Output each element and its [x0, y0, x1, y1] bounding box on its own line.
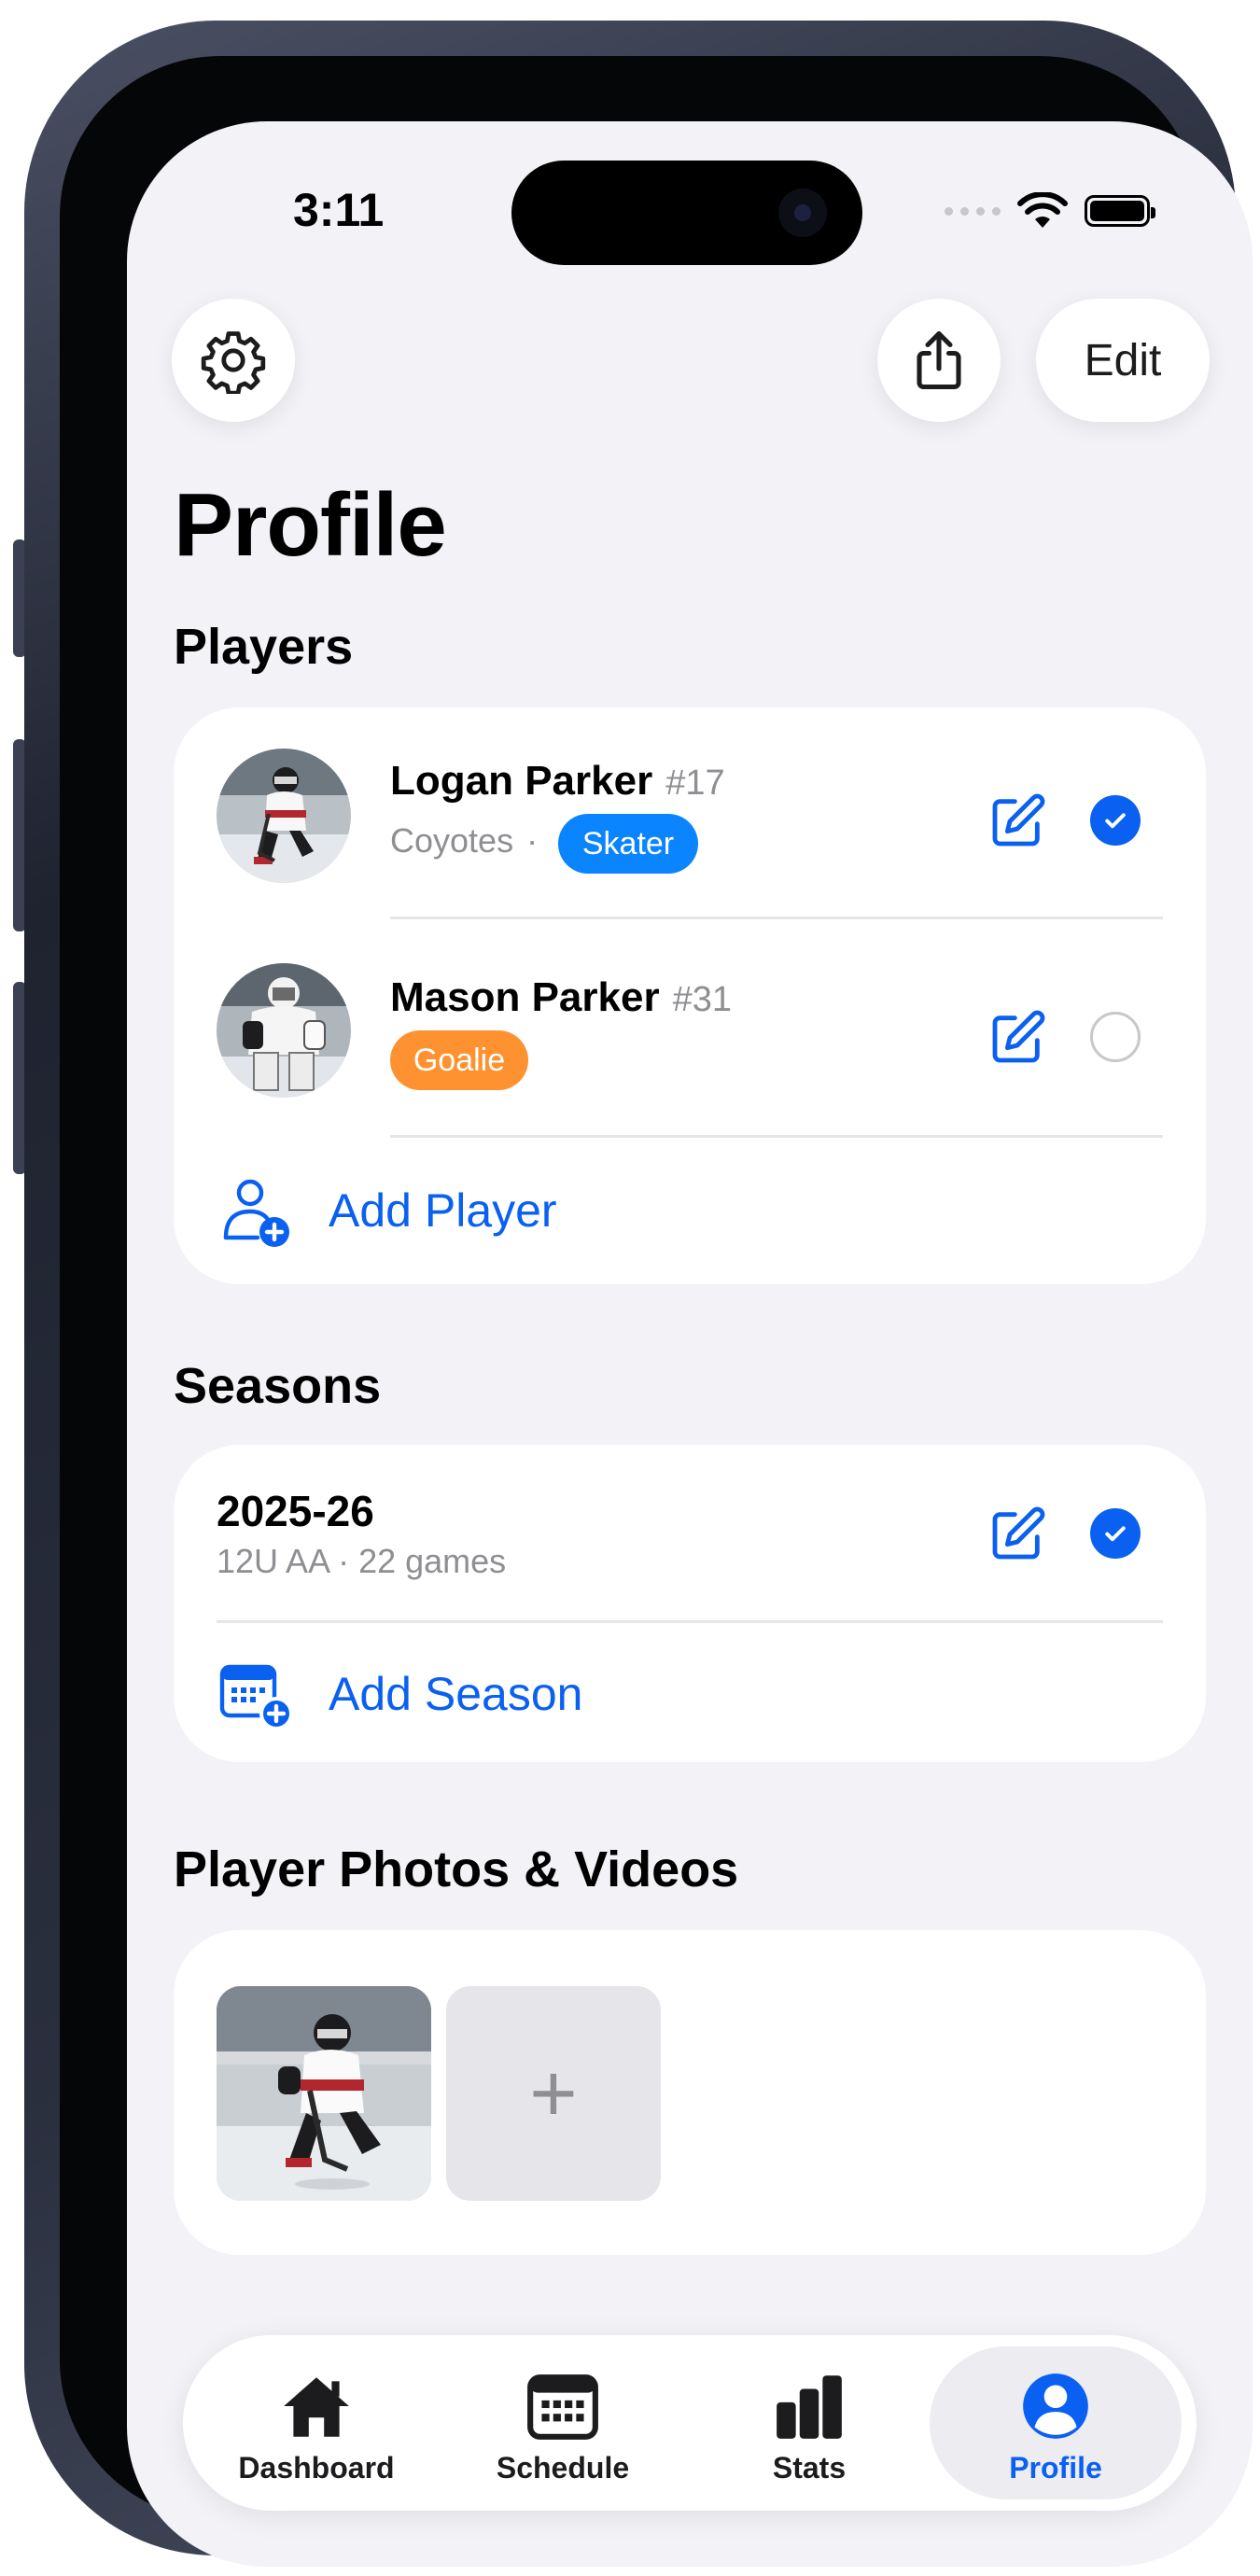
checkmark-icon	[1105, 1526, 1126, 1542]
player-avatar-mason	[217, 963, 351, 1098]
plus-icon: +	[529, 2047, 578, 2139]
season-selected-checkmark[interactable]	[1090, 1508, 1141, 1559]
settings-button[interactable]	[172, 299, 295, 422]
role-badge-skater: Skater	[558, 814, 698, 874]
edit-button[interactable]: Edit	[1036, 299, 1210, 422]
season-name[interactable]: 2025-26	[217, 1486, 374, 1536]
tab-label: Schedule	[496, 2451, 630, 2485]
meta-separator: ·	[526, 821, 539, 860]
player-avatar-logan	[217, 749, 351, 883]
season-details: 12U AA · 22 games	[217, 1542, 507, 1580]
add-season-button[interactable]: Add Season	[329, 1667, 582, 1721]
tab-dashboard[interactable]: Dashboard	[190, 2346, 442, 2499]
seasons-section-label: Seasons	[174, 1358, 382, 1414]
edit-player-icon[interactable]	[987, 791, 1047, 851]
share-icon	[917, 330, 961, 390]
add-photo-button[interactable]: +	[446, 1986, 661, 2201]
seasons-card: 2025-26 12U AA · 22 games Add Season	[174, 1445, 1206, 1762]
status-icons	[945, 190, 1155, 231]
tab-label: Profile	[1009, 2451, 1102, 2485]
player-name-text: Logan Parker	[390, 758, 653, 804]
add-player-button[interactable]: Add Player	[329, 1183, 557, 1238]
add-calendar-icon[interactable]	[218, 1659, 293, 1730]
share-button[interactable]	[877, 299, 1001, 422]
gear-icon	[201, 331, 266, 394]
edit-player-icon[interactable]	[987, 1008, 1047, 1068]
status-time: 3:11	[293, 184, 385, 236]
media-card: +	[174, 1930, 1206, 2255]
bar-chart-icon	[777, 2375, 842, 2439]
player-number: #17	[665, 763, 725, 803]
tab-stats[interactable]: Stats	[683, 2346, 935, 2499]
tab-label: Stats	[772, 2451, 847, 2485]
tab-schedule[interactable]: Schedule	[437, 2346, 689, 2499]
player-team: Coyotes ·	[390, 821, 551, 861]
dynamic-island	[511, 161, 862, 265]
players-card: Logan Parker #17 Coyotes · Skater Mason …	[174, 707, 1206, 1284]
player-name-mason[interactable]: Mason Parker #31	[390, 974, 732, 1021]
phone-frame: 3:11 Edit Profile Players Logan Parker #…	[24, 21, 1253, 2567]
media-section-label: Player Photos & Videos	[174, 1841, 739, 1897]
tab-label: Dashboard	[238, 2451, 395, 2485]
checkmark-icon	[1105, 813, 1126, 829]
calendar-icon	[527, 2374, 598, 2440]
wifi-icon	[1017, 192, 1068, 228]
player-name-text: Mason Parker	[390, 974, 660, 1020]
row-divider	[390, 1135, 1163, 1138]
phone-bezel: 3:11 Edit Profile Players Logan Parker #…	[60, 56, 1253, 2567]
player-photo-thumbnail[interactable]	[217, 1986, 431, 2201]
battery-icon	[1085, 195, 1155, 227]
row-divider	[390, 917, 1163, 919]
person-circle-icon	[1023, 2373, 1088, 2439]
cellular-signal-icon	[945, 206, 1001, 216]
role-badge-goalie: Goalie	[390, 1030, 528, 1090]
row-divider	[217, 1620, 1163, 1623]
tab-bar: Dashboard Schedule Stats Profile	[183, 2335, 1197, 2511]
player-name-logan[interactable]: Logan Parker #17	[390, 758, 725, 805]
tab-profile[interactable]: Profile	[930, 2346, 1182, 2499]
camera-lens	[778, 189, 827, 237]
house-icon	[284, 2377, 349, 2437]
player-number: #31	[672, 980, 732, 1019]
add-person-icon[interactable]	[220, 1174, 295, 1249]
player-unselected-radio[interactable]	[1090, 1012, 1141, 1062]
edit-season-icon[interactable]	[987, 1505, 1047, 1564]
players-section-label: Players	[174, 619, 354, 675]
player-team-name: Coyotes	[390, 821, 514, 860]
player-selected-checkmark[interactable]	[1090, 795, 1141, 846]
screen: 3:11 Edit Profile Players Logan Parker #…	[127, 121, 1253, 2567]
page-title: Profile	[174, 475, 447, 575]
